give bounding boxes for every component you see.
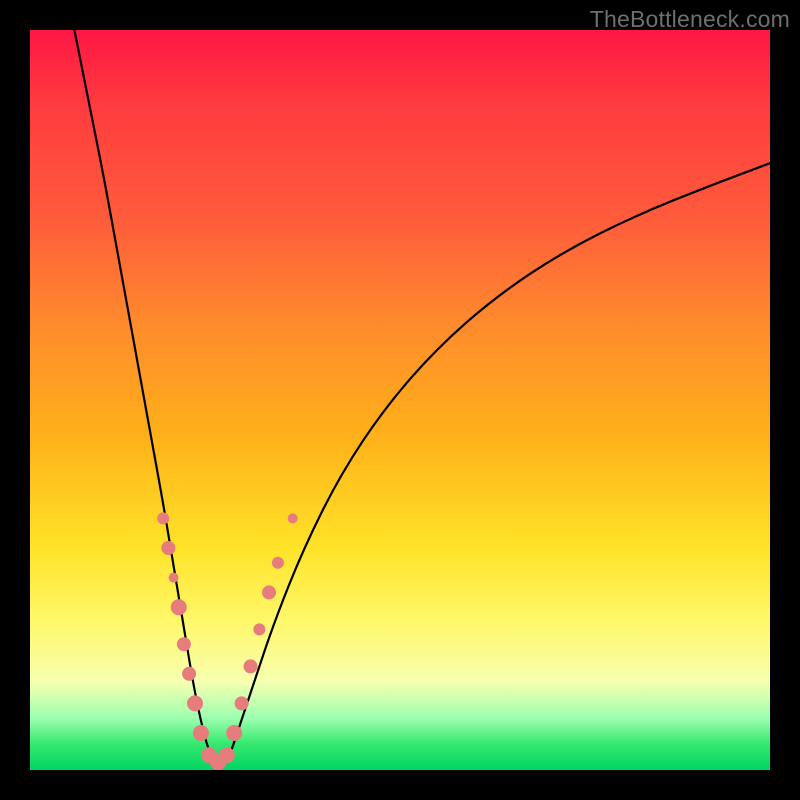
data-marker: [288, 513, 298, 523]
data-marker: [182, 667, 196, 681]
data-marker: [272, 557, 284, 569]
data-marker: [262, 585, 276, 599]
data-marker: [169, 573, 179, 583]
data-marker: [161, 541, 175, 555]
data-marker: [226, 725, 242, 741]
data-marker: [193, 725, 209, 741]
curve-layer: [30, 30, 770, 770]
data-marker: [157, 512, 169, 524]
data-marker: [177, 637, 191, 651]
data-marker: [187, 695, 203, 711]
data-marker: [235, 696, 249, 710]
data-marker: [171, 599, 187, 615]
watermark-text: TheBottleneck.com: [590, 6, 790, 33]
data-marker: [219, 747, 235, 763]
marker-group: [157, 512, 298, 770]
chart-frame: TheBottleneck.com: [0, 0, 800, 800]
plot-area: [30, 30, 770, 770]
data-marker: [244, 659, 258, 673]
data-marker: [253, 623, 265, 635]
bottleneck-curve: [74, 30, 770, 763]
